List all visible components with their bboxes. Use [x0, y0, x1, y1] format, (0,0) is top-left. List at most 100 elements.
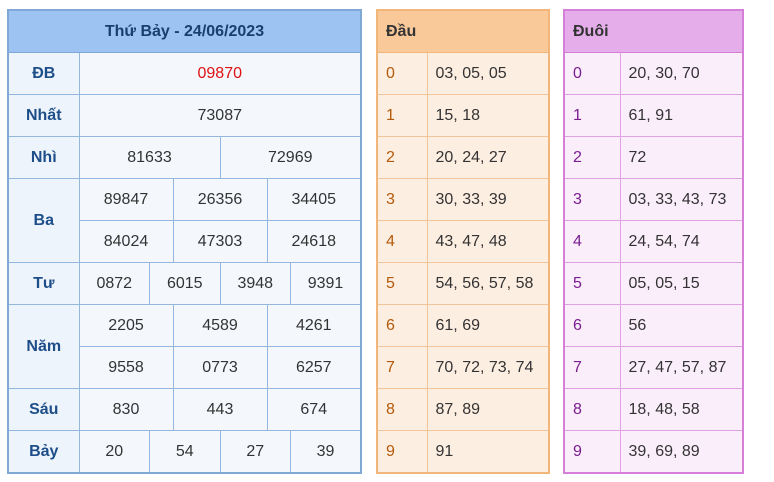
dau-numbers: 91 — [426, 430, 550, 474]
prize-value: 81633 — [78, 136, 221, 179]
dau-numbers: 30, 33, 39 — [426, 178, 550, 221]
duoi-numbers: 56 — [619, 304, 744, 347]
duoi-digit: 6 — [563, 304, 621, 347]
prize-row-ba: Ba 89847 26356 34405 — [7, 178, 362, 263]
prize-label: Bảy — [7, 430, 80, 474]
tail-table-header: Đuôi — [563, 9, 744, 53]
prize-value: 27 — [219, 430, 291, 474]
prize-value: 54 — [149, 430, 221, 474]
dau-numbers: 87, 89 — [426, 388, 550, 431]
head-digit-table: Đầu 0 03, 05, 05 1 15, 18 2 20, 24, 27 3 30, 33… — [376, 9, 550, 474]
prize-value: 26356 — [172, 178, 268, 221]
duoi-numbers: 18, 48, 58 — [619, 388, 744, 431]
duoi-row: 5 05, 05, 15 — [563, 262, 744, 305]
duoi-row: 3 03, 33, 43, 73 — [563, 178, 744, 221]
duoi-numbers: 20, 30, 70 — [619, 52, 744, 95]
prize-value: 2205 — [78, 304, 174, 347]
dau-digit: 8 — [376, 388, 428, 431]
duoi-row: 6 56 — [563, 304, 744, 347]
duoi-numbers: 72 — [619, 136, 744, 179]
dau-row: 1 15, 18 — [376, 94, 550, 137]
dau-row: 7 70, 72, 73, 74 — [376, 346, 550, 389]
special-prize-value: 09870 — [78, 52, 362, 95]
prize-value: 9391 — [290, 262, 362, 305]
dau-digit: 1 — [376, 94, 428, 137]
duoi-row: 1 61, 91 — [563, 94, 744, 137]
prize-value: 73087 — [78, 94, 362, 137]
prize-value: 9558 — [78, 346, 174, 389]
duoi-row: 7 27, 47, 57, 87 — [563, 346, 744, 389]
prize-value: 674 — [266, 388, 362, 431]
prize-value: 830 — [78, 388, 174, 431]
duoi-digit: 0 — [563, 52, 621, 95]
prize-value: 6015 — [149, 262, 221, 305]
duoi-numbers: 05, 05, 15 — [619, 262, 744, 305]
prize-row-tu: Tư 0872 6015 3948 9391 — [7, 262, 362, 305]
lottery-result-table: Thứ Bảy - 24/06/2023 ĐB 09870 Nhất 73087… — [7, 9, 362, 474]
tail-digit-table: Đuôi 0 20, 30, 70 1 61, 91 2 72 3 03, 33, 43, 7… — [563, 9, 744, 474]
dau-row: 8 87, 89 — [376, 388, 550, 431]
duoi-digit: 8 — [563, 388, 621, 431]
duoi-digit: 1 — [563, 94, 621, 137]
prize-value: 24618 — [266, 220, 362, 263]
prize-value: 443 — [172, 388, 268, 431]
prize-label: Nhất — [7, 94, 80, 137]
head-rows: 0 03, 05, 05 1 15, 18 2 20, 24, 27 3 30, 33, 39… — [376, 52, 550, 474]
prize-label: ĐB — [7, 52, 80, 95]
prize-value: 0872 — [78, 262, 150, 305]
duoi-row: 4 24, 54, 74 — [563, 220, 744, 263]
duoi-digit: 7 — [563, 346, 621, 389]
prize-value: 4589 — [172, 304, 268, 347]
prize-value: 6257 — [266, 346, 362, 389]
head-table-header: Đầu — [376, 9, 550, 53]
prize-value: 84024 — [78, 220, 174, 263]
dau-numbers: 43, 47, 48 — [426, 220, 550, 263]
prize-value: 72969 — [219, 136, 362, 179]
prize-label: Nhì — [7, 136, 80, 179]
prize-row-nhi: Nhì 81633 72969 — [7, 136, 362, 179]
duoi-digit: 2 — [563, 136, 621, 179]
prize-label: Tư — [7, 262, 80, 305]
dau-digit: 0 — [376, 52, 428, 95]
dau-row: 6 61, 69 — [376, 304, 550, 347]
duoi-digit: 9 — [563, 430, 621, 474]
dau-digit: 5 — [376, 262, 428, 305]
dau-numbers: 61, 69 — [426, 304, 550, 347]
dau-digit: 3 — [376, 178, 428, 221]
dau-digit: 2 — [376, 136, 428, 179]
prize-value: 0773 — [172, 346, 268, 389]
dau-row: 2 20, 24, 27 — [376, 136, 550, 179]
duoi-numbers: 24, 54, 74 — [619, 220, 744, 263]
result-title: Thứ Bảy - 24/06/2023 — [7, 9, 362, 53]
dau-row: 4 43, 47, 48 — [376, 220, 550, 263]
dau-numbers: 20, 24, 27 — [426, 136, 550, 179]
prize-row-sau: Sáu 830 443 674 — [7, 388, 362, 431]
dau-digit: 4 — [376, 220, 428, 263]
dau-numbers: 15, 18 — [426, 94, 550, 137]
prize-value: 47303 — [172, 220, 268, 263]
dau-digit: 9 — [376, 430, 428, 474]
duoi-digit: 3 — [563, 178, 621, 221]
prize-row-bay: Bảy 20 54 27 39 — [7, 430, 362, 474]
prize-row-nam: Năm 2205 4589 4261 — [7, 304, 362, 389]
duoi-digit: 4 — [563, 220, 621, 263]
dau-digit: 6 — [376, 304, 428, 347]
duoi-numbers: 27, 47, 57, 87 — [619, 346, 744, 389]
duoi-row: 0 20, 30, 70 — [563, 52, 744, 95]
dau-numbers: 03, 05, 05 — [426, 52, 550, 95]
prize-row-nhat: Nhất 73087 — [7, 94, 362, 137]
prize-row-db: ĐB 09870 — [7, 52, 362, 95]
duoi-row: 8 18, 48, 58 — [563, 388, 744, 431]
prize-label: Ba — [7, 178, 80, 263]
duoi-numbers: 61, 91 — [619, 94, 744, 137]
prize-label: Năm — [7, 304, 80, 389]
dau-row: 0 03, 05, 05 — [376, 52, 550, 95]
dau-row: 9 91 — [376, 430, 550, 474]
duoi-numbers: 39, 69, 89 — [619, 430, 744, 474]
prize-value: 39 — [290, 430, 362, 474]
dau-digit: 7 — [376, 346, 428, 389]
dau-row: 3 30, 33, 39 — [376, 178, 550, 221]
dau-numbers: 54, 56, 57, 58 — [426, 262, 550, 305]
prize-value: 89847 — [78, 178, 174, 221]
duoi-digit: 5 — [563, 262, 621, 305]
